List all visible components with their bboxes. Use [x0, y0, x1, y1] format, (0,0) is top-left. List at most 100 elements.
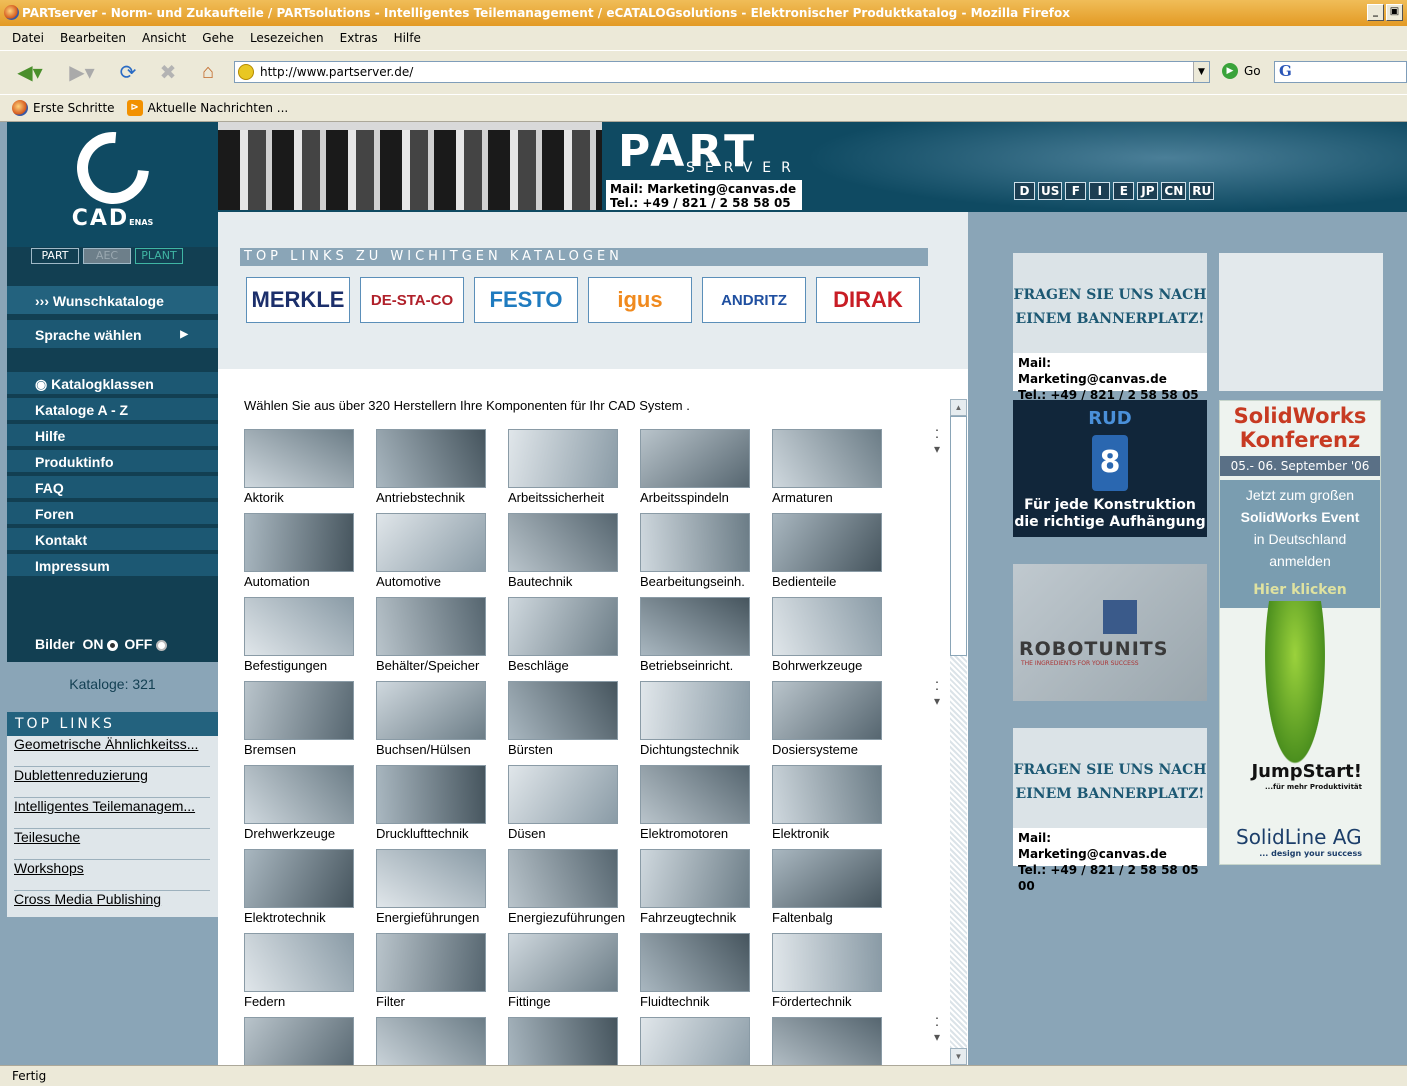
- category-label[interactable]: Bearbeitungseinh.: [640, 574, 745, 589]
- category-tile[interactable]: Antriebstechnik: [376, 429, 508, 513]
- category-label[interactable]: Fittinge: [508, 994, 551, 1009]
- toplink-geometrische[interactable]: Geometrische Ähnlichkeitss...: [14, 736, 210, 767]
- category-image[interactable]: [640, 1017, 750, 1065]
- partserver-logo[interactable]: PART SERVER Mail: Marketing@canvas.de Te…: [602, 122, 804, 224]
- sprache-waehlen-link[interactable]: Sprache wählen ▶: [7, 320, 218, 350]
- category-tile[interactable]: Dosiersysteme: [772, 681, 904, 765]
- row-scroll-icon[interactable]: ˙ ˙ ▾: [934, 681, 940, 707]
- category-tile[interactable]: Betriebseinricht.: [640, 597, 772, 681]
- category-label[interactable]: Automotive: [376, 574, 441, 589]
- category-tile[interactable]: [376, 1017, 508, 1065]
- home-icon[interactable]: ⌂: [192, 57, 224, 87]
- category-label[interactable]: Drucklufttechnik: [376, 826, 468, 841]
- category-image[interactable]: [244, 849, 354, 908]
- category-label[interactable]: Fluidtechnik: [640, 994, 709, 1009]
- sidebar-item-katalogklassen[interactable]: ◉ Katalogklassen: [7, 372, 218, 396]
- category-image[interactable]: [244, 765, 354, 824]
- category-image[interactable]: [376, 597, 486, 656]
- menu-bearbeiten[interactable]: Bearbeiten: [52, 31, 134, 45]
- category-tile[interactable]: Befestigungen: [244, 597, 376, 681]
- category-tile[interactable]: Bohrwerkzeuge: [772, 597, 904, 681]
- category-label[interactable]: Elektrotechnik: [244, 910, 326, 925]
- scroll-thumb[interactable]: [950, 416, 967, 656]
- wunschkataloge-link[interactable]: ››› Wunschkataloge: [7, 286, 218, 316]
- category-label[interactable]: Armaturen: [772, 490, 833, 505]
- brand-logo-festo[interactable]: FESTO: [474, 277, 578, 323]
- row-scroll-icon[interactable]: ˙ ˙ ▾: [934, 1017, 940, 1043]
- category-image[interactable]: [640, 765, 750, 824]
- category-tile[interactable]: Fluidtechnik: [640, 933, 772, 1017]
- category-tile[interactable]: [640, 1017, 772, 1065]
- category-image[interactable]: [508, 933, 618, 992]
- minimize-button[interactable]: _: [1367, 4, 1384, 21]
- brand-logo-merkle[interactable]: MERKLE: [246, 277, 350, 323]
- sidebar-item-produktinfo[interactable]: Produktinfo: [7, 450, 218, 474]
- reload-icon[interactable]: ⟳: [112, 57, 144, 87]
- category-tile[interactable]: Fittinge: [508, 933, 640, 1017]
- bookmark-aktuelle-nachrichten[interactable]: ⊳ Aktuelle Nachrichten ...: [126, 100, 288, 116]
- category-image[interactable]: [376, 681, 486, 740]
- category-image[interactable]: [508, 513, 618, 572]
- category-image[interactable]: [376, 513, 486, 572]
- category-image[interactable]: [508, 429, 618, 488]
- category-image[interactable]: [772, 1017, 882, 1065]
- tab-aec[interactable]: AEC: [83, 248, 131, 264]
- category-tile[interactable]: Federn: [244, 933, 376, 1017]
- menu-extras[interactable]: Extras: [332, 31, 386, 45]
- category-tile[interactable]: Filter: [376, 933, 508, 1017]
- category-tile[interactable]: Automation: [244, 513, 376, 597]
- category-label[interactable]: Beschläge: [508, 658, 569, 673]
- category-image[interactable]: [376, 1017, 486, 1065]
- category-tile[interactable]: Dichtungstechnik: [640, 681, 772, 765]
- category-label[interactable]: Faltenbalg: [772, 910, 833, 925]
- category-label[interactable]: Energieführungen: [376, 910, 479, 925]
- category-tile[interactable]: Bremsen: [244, 681, 376, 765]
- brand-logo-igus[interactable]: igus: [588, 277, 692, 323]
- tab-part[interactable]: PART: [31, 248, 79, 264]
- category-image[interactable]: [376, 849, 486, 908]
- category-image[interactable]: [640, 849, 750, 908]
- back-button[interactable]: ◀▾: [10, 57, 50, 87]
- category-tile[interactable]: Bautechnik: [508, 513, 640, 597]
- category-tile[interactable]: Armaturen: [772, 429, 904, 513]
- bookmark-erste-schritte[interactable]: Erste Schritte: [12, 100, 115, 116]
- category-image[interactable]: [508, 1017, 618, 1065]
- category-label[interactable]: Buchsen/Hülsen: [376, 742, 471, 757]
- menu-hilfe[interactable]: Hilfe: [386, 31, 429, 45]
- category-image[interactable]: [376, 429, 486, 488]
- lang-i[interactable]: I: [1089, 182, 1111, 200]
- category-image[interactable]: [772, 765, 882, 824]
- category-tile[interactable]: Arbeitssicherheit: [508, 429, 640, 513]
- toplink-teilesuche[interactable]: Teilesuche: [14, 829, 210, 860]
- category-image[interactable]: [772, 429, 882, 488]
- solidworks-ad[interactable]: SolidWorks Konferenz 05.- 06. September '…: [1219, 400, 1381, 865]
- category-tile[interactable]: Automotive: [376, 513, 508, 597]
- category-image[interactable]: [772, 933, 882, 992]
- category-label[interactable]: Bautechnik: [508, 574, 572, 589]
- url-dropdown-icon[interactable]: ▼: [1193, 62, 1209, 82]
- toplink-workshops[interactable]: Workshops: [14, 860, 210, 891]
- category-tile[interactable]: Düsen: [508, 765, 640, 849]
- sidebar-item-kontakt[interactable]: Kontakt: [7, 528, 218, 552]
- category-tile[interactable]: [244, 1017, 376, 1065]
- category-image[interactable]: [376, 933, 486, 992]
- toplink-teilemanagement[interactable]: Intelligentes Teilemanagem...: [14, 798, 210, 829]
- category-label[interactable]: Aktorik: [244, 490, 284, 505]
- category-image[interactable]: [244, 513, 354, 572]
- category-tile[interactable]: Bedienteile: [772, 513, 904, 597]
- tab-plant[interactable]: PLANT: [135, 248, 183, 264]
- category-tile[interactable]: Bürsten: [508, 681, 640, 765]
- lang-cn[interactable]: CN: [1161, 182, 1187, 200]
- category-image[interactable]: [244, 681, 354, 740]
- menu-datei[interactable]: Datei: [4, 31, 52, 45]
- category-tile[interactable]: Energiezuführungen: [508, 849, 640, 933]
- category-image[interactable]: [772, 597, 882, 656]
- toplink-cross-media[interactable]: Cross Media Publishing: [14, 891, 210, 922]
- category-label[interactable]: Energiezuführungen: [508, 910, 625, 925]
- content-scrollbar[interactable]: ▲ ▼: [950, 399, 967, 1065]
- scroll-down-icon[interactable]: ▼: [950, 1048, 967, 1065]
- category-tile[interactable]: Beschläge: [508, 597, 640, 681]
- category-label[interactable]: Arbeitsspindeln: [640, 490, 729, 505]
- category-tile[interactable]: Fahrzeugtechnik: [640, 849, 772, 933]
- category-label[interactable]: Drehwerkzeuge: [244, 826, 335, 841]
